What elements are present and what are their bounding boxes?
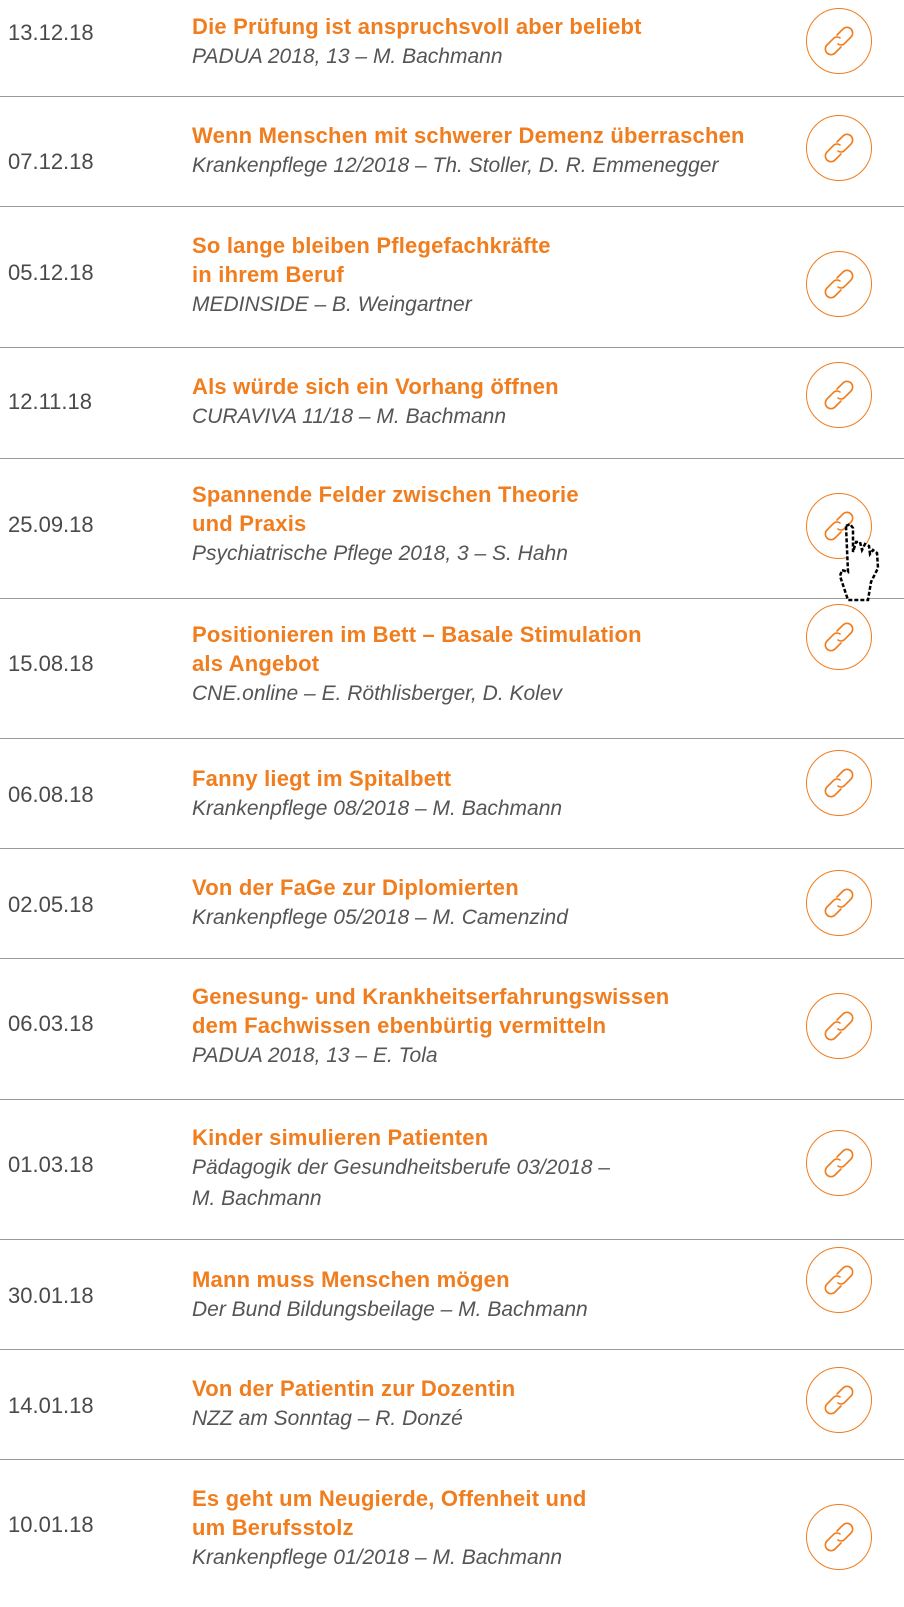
article-date: 30.01.18 (8, 1283, 94, 1308)
article-source: CURAVIVA 11/18 – M. Bachmann (192, 405, 506, 428)
article-row: 02.05.18 Von der FaGe zur Diplomierten Kra… (0, 849, 904, 959)
article-title-link[interactable]: So lange bleiben Pflegefachkräfte in ihr… (192, 231, 802, 289)
article-source: Krankenpflege 05/2018 – M. Camenzind (192, 906, 568, 929)
article-date: 06.08.18 (8, 782, 94, 807)
hand-cursor-icon (838, 522, 880, 602)
article-source: PADUA 2018, 13 – M. Bachmann (192, 45, 503, 68)
article-date: 15.08.18 (8, 651, 94, 676)
link-icon (824, 1522, 854, 1552)
link-icon (824, 380, 854, 410)
article-title-link[interactable]: Es geht um Neugierde, Offenheit und um B… (192, 1484, 802, 1542)
article-row: 30.01.18 Mann muss Menschen mögen Der Bund… (0, 1240, 904, 1350)
article-source: PADUA 2018, 13 – E. Tola (192, 1044, 438, 1067)
article-source: Krankenpflege 12/2018 – Th. Stoller, D. … (192, 154, 719, 177)
article-content: Es geht um Neugierde, Offenheit und um B… (192, 1484, 802, 1573)
article-date: 12.11.18 (8, 389, 93, 414)
article-source: Krankenpflege 01/2018 – M. Bachmann (192, 1546, 563, 1569)
link-icon (824, 269, 854, 299)
article-date: 10.01.18 (8, 1512, 94, 1537)
article-title-link[interactable]: Kinder simulieren Patienten (192, 1123, 802, 1152)
link-icon (824, 1385, 854, 1415)
article-row: 01.03.18 Kinder simulieren Patienten Pädag… (0, 1100, 904, 1240)
article-title-link[interactable]: Die Prüfung ist anspruchsvoll aber belie… (192, 12, 802, 41)
article-title-link[interactable]: Spannende Felder zwischen Theorie und Pr… (192, 480, 802, 538)
link-icon (824, 26, 854, 56)
article-source: Pädagogik der Gesundheitsberufe 03/2018 … (192, 1156, 610, 1210)
article-row: 14.01.18 Von der Patientin zur Dozentin NZ… (0, 1350, 904, 1460)
external-link-button[interactable] (806, 1247, 872, 1313)
article-title-link[interactable]: Von der Patientin zur Dozentin (192, 1374, 802, 1403)
article-source: Der Bund Bildungsbeilage – M. Bachmann (192, 1298, 588, 1321)
article-date: 14.01.18 (8, 1393, 94, 1418)
external-link-button[interactable] (806, 8, 872, 74)
article-content: Als würde sich ein Vorhang öffnen CURAVIV… (192, 372, 802, 432)
article-title-link[interactable]: Wenn Menschen mit schwerer Demenz überra… (192, 121, 802, 150)
external-link-button[interactable] (806, 750, 872, 816)
article-title-link[interactable]: Genesung- und Krankheitserfahrungswissen… (192, 982, 802, 1040)
article-row: 12.11.18 Als würde sich ein Vorhang öffne… (0, 348, 904, 459)
article-row: 25.09.18 Spannende Felder zwischen Theori… (0, 459, 904, 599)
article-source: MEDINSIDE – B. Weingartner (192, 293, 472, 316)
article-row: 06.03.18 Genesung- und Krankheitserfahrun… (0, 959, 904, 1100)
article-source: Krankenpflege 08/2018 – M. Bachmann (192, 797, 563, 820)
article-row: 10.01.18 Es geht um Neugierde, Offenheit … (0, 1460, 904, 1607)
article-title-link[interactable]: Fanny liegt im Spitalbett (192, 764, 802, 793)
article-content: Von der Patientin zur Dozentin NZZ am Son… (192, 1374, 802, 1434)
article-title-link[interactable]: Von der FaGe zur Diplomierten (192, 873, 802, 902)
link-icon (824, 1265, 854, 1295)
article-date: 06.03.18 (8, 1011, 94, 1036)
article-row: 13.12.18 Die Prüfung ist anspruchsvoll ab… (0, 0, 904, 97)
article-content: So lange bleiben Pflegefachkräfte in ihr… (192, 231, 802, 320)
external-link-button[interactable] (806, 604, 872, 670)
external-link-button[interactable] (806, 993, 872, 1059)
link-icon (824, 622, 854, 652)
article-date: 25.09.18 (8, 512, 94, 537)
article-row: 15.08.18 Positionieren im Bett – Basale S… (0, 599, 904, 739)
article-source: NZZ am Sonntag – R. Donzé (192, 1407, 463, 1430)
article-date: 05.12.18 (8, 260, 94, 285)
external-link-button[interactable] (806, 362, 872, 428)
article-date: 07.12.18 (8, 149, 94, 174)
article-source: Psychiatrische Pflege 2018, 3 – S. Hahn (192, 542, 568, 565)
article-content: Positionieren im Bett – Basale Stimulati… (192, 620, 802, 709)
article-content: Von der FaGe zur Diplomierten Krankenpfle… (192, 873, 802, 933)
link-icon (824, 1011, 854, 1041)
article-row: 06.08.18 Fanny liegt im Spitalbett Kranken… (0, 739, 904, 849)
article-title-link[interactable]: Als würde sich ein Vorhang öffnen (192, 372, 802, 401)
link-icon (824, 133, 854, 163)
article-date: 02.05.18 (8, 892, 94, 917)
article-content: Mann muss Menschen mögen Der Bund Bildung… (192, 1265, 802, 1325)
article-source: CNE.online – E. Röthlisberger, D. Kolev (192, 682, 563, 705)
external-link-button[interactable] (806, 1367, 872, 1433)
external-link-button[interactable] (806, 870, 872, 936)
article-row: 07.12.18 Wenn Menschen mit schwerer Demen… (0, 97, 904, 207)
article-content: Die Prüfung ist anspruchsvoll aber belie… (192, 12, 802, 72)
article-content: Genesung- und Krankheitserfahrungswissen… (192, 982, 802, 1071)
external-link-button[interactable] (806, 1130, 872, 1196)
article-content: Kinder simulieren Patienten Pädagogik der… (192, 1123, 802, 1214)
external-link-button[interactable] (806, 251, 872, 317)
link-icon (824, 888, 854, 918)
article-row: 05.12.18 So lange bleiben Pflegefachkräft… (0, 207, 904, 348)
link-icon (824, 1148, 854, 1178)
article-content: Wenn Menschen mit schwerer Demenz überra… (192, 121, 802, 181)
article-content: Spannende Felder zwischen Theorie und Pr… (192, 480, 802, 569)
article-date: 13.12.18 (8, 20, 94, 45)
link-icon (824, 768, 854, 798)
article-content: Fanny liegt im Spitalbett Krankenpflege 0… (192, 764, 802, 824)
external-link-button[interactable] (806, 115, 872, 181)
article-date: 01.03.18 (8, 1152, 94, 1177)
article-title-link[interactable]: Positionieren im Bett – Basale Stimulati… (192, 620, 802, 678)
external-link-button[interactable] (806, 1504, 872, 1570)
article-title-link[interactable]: Mann muss Menschen mögen (192, 1265, 802, 1294)
